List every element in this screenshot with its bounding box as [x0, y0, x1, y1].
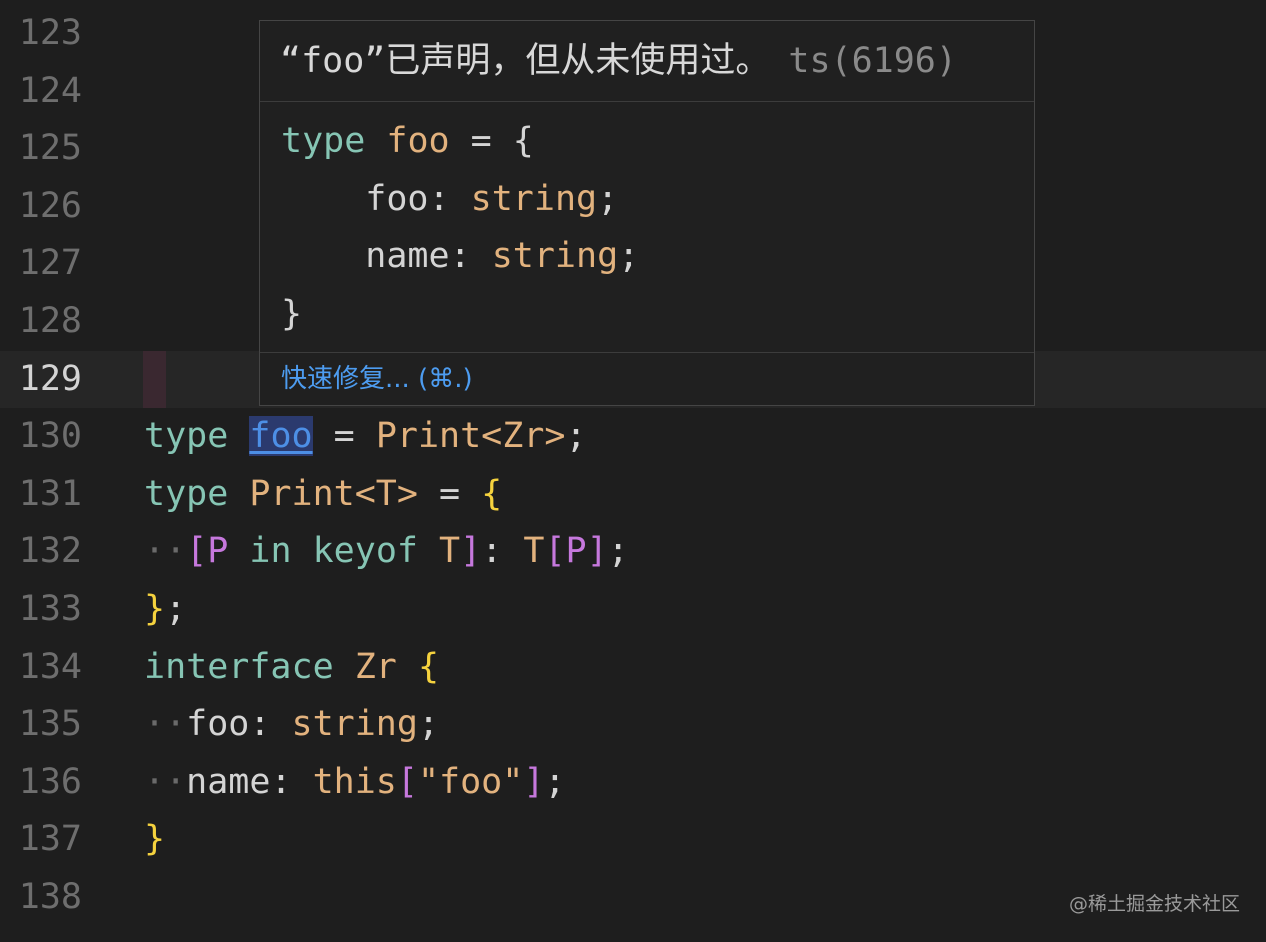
line-number: 134: [18, 646, 82, 687]
preview-line: type foo = {: [281, 121, 534, 161]
editor-line[interactable]: 133 };: [0, 581, 1266, 639]
line-number: 123: [18, 13, 82, 53]
code-text: }: [144, 819, 166, 860]
code-text: type Print<T> = {: [144, 473, 503, 514]
editor-line[interactable]: 134 interface Zr {: [0, 639, 1266, 697]
code-text: interface Zr {: [144, 646, 440, 687]
diagnostic-code: ts(6196): [788, 41, 957, 81]
diagnostic-text: “foo”已声明，但从未使用过。: [280, 41, 771, 81]
preview-line: }: [281, 293, 303, 334]
editor-line[interactable]: 130 type foo = Print<Zr>;: [0, 408, 1266, 466]
watermark: @稀土掘金技术社区: [1068, 893, 1240, 915]
diagnostic-message: “foo”已声明，但从未使用过。 ts(6196): [260, 21, 1034, 102]
code-text: ··foo: string;: [144, 704, 440, 745]
line-number: 126: [18, 185, 82, 226]
line-number: 130: [18, 416, 82, 457]
selected-identifier[interactable]: foo: [249, 416, 313, 457]
line-number: 124: [18, 70, 82, 111]
line-number: 127: [18, 243, 82, 284]
hover-actions: 快速修复... (⌘.): [260, 353, 1034, 405]
editor-line[interactable]: 132 ··[P in keyof T]: T[P];: [0, 523, 1266, 581]
line-number: 138: [18, 877, 82, 917]
line-number: 125: [18, 128, 82, 169]
preview-line: name: string;: [281, 236, 640, 277]
code-text: ··[P in keyof T]: T[P];: [144, 531, 629, 572]
code-editor[interactable]: 123 124 125 126 127 128 129 130 type foo…: [0, 0, 1266, 942]
code-text: };: [144, 589, 187, 629]
line-number: 136: [18, 761, 82, 802]
hover-tooltip: “foo”已声明，但从未使用过。 ts(6196) type foo = { fo…: [259, 20, 1035, 406]
line-number: 129: [18, 358, 82, 399]
line-number: 133: [18, 589, 82, 629]
line-number: 137: [18, 819, 82, 860]
preview-line: foo: string;: [281, 178, 619, 219]
line-number: 131: [18, 473, 82, 514]
code-text: ··name: this["foo"];: [144, 761, 566, 802]
line-number: 135: [18, 704, 82, 745]
code-text: type foo = Print<Zr>;: [144, 416, 587, 457]
line-number: 132: [18, 531, 82, 572]
line-number: 128: [18, 301, 82, 341]
type-preview: type foo = { foo: string; name: string; …: [260, 102, 1034, 353]
editor-line[interactable]: 137 }: [0, 811, 1266, 869]
quick-fix-link[interactable]: 快速修复... (⌘.): [281, 353, 473, 405]
cursor-line-marker: [143, 350, 166, 409]
editor-line[interactable]: 131 type Print<T> = {: [0, 466, 1266, 524]
editor-line[interactable]: 135 ··foo: string;: [0, 696, 1266, 754]
editor-line[interactable]: 136 ··name: this["foo"];: [0, 754, 1266, 812]
